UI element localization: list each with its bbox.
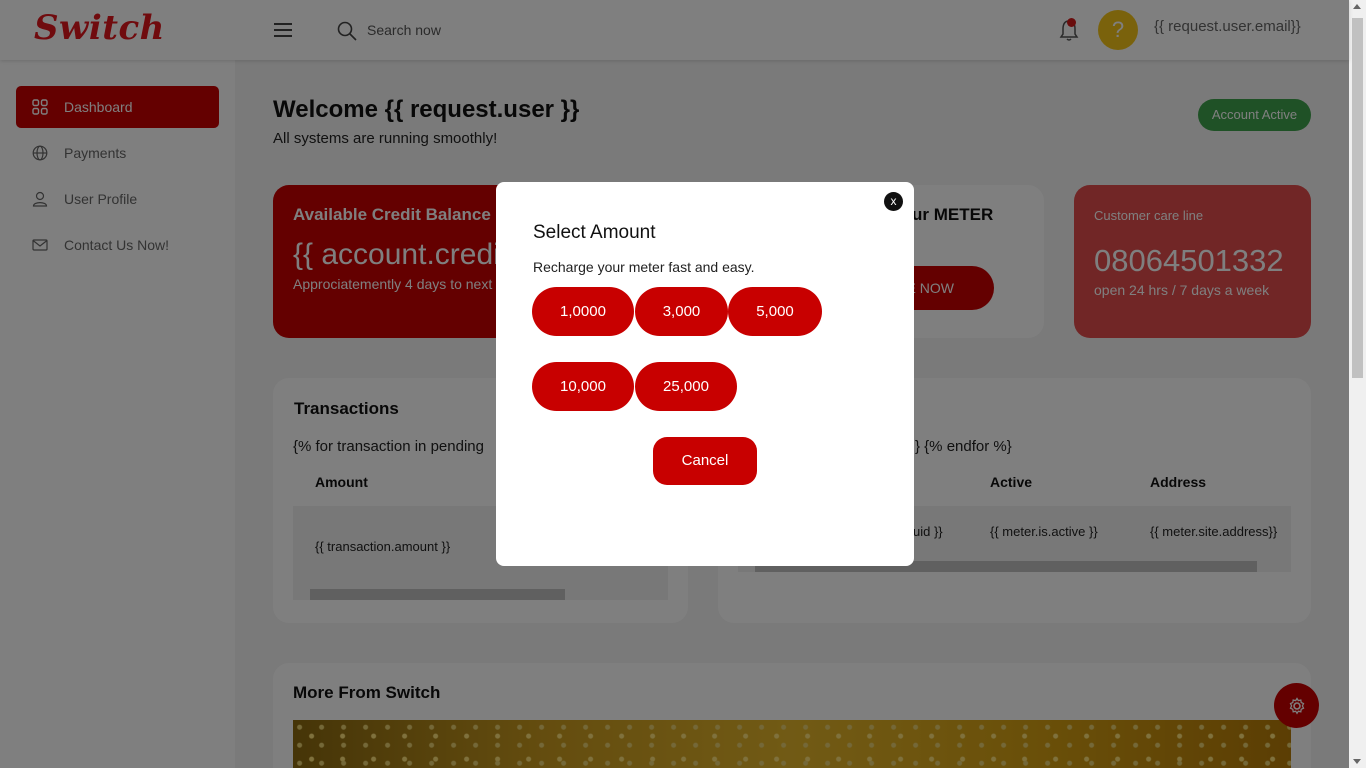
scrollbar-thumb[interactable] bbox=[1352, 18, 1363, 378]
scroll-down-arrow-icon[interactable] bbox=[1353, 759, 1361, 764]
scroll-up-arrow-icon[interactable] bbox=[1353, 4, 1361, 9]
amount-button-5[interactable]: 25,000 bbox=[635, 362, 737, 411]
modal-title: Select Amount bbox=[533, 222, 656, 243]
amount-button-3[interactable]: 5,000 bbox=[728, 287, 822, 336]
amount-button-2[interactable]: 3,000 bbox=[635, 287, 728, 336]
cancel-button[interactable]: Cancel bbox=[653, 437, 757, 485]
amount-button-1[interactable]: 1,0000 bbox=[532, 287, 634, 336]
close-icon[interactable]: x bbox=[884, 192, 903, 211]
vertical-scrollbar[interactable] bbox=[1349, 0, 1366, 768]
select-amount-modal: x Select Amount Recharge your meter fast… bbox=[496, 182, 914, 566]
modal-subtitle: Recharge your meter fast and easy. bbox=[533, 259, 755, 275]
amount-button-4[interactable]: 10,000 bbox=[532, 362, 634, 411]
